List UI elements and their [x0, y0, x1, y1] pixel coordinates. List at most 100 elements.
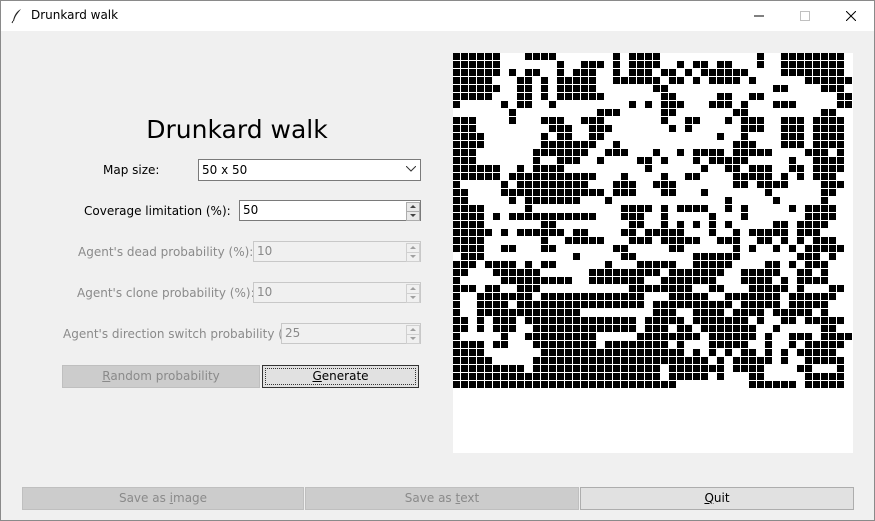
generate-label: Generate [312, 369, 368, 383]
map-wall-cell [453, 101, 460, 108]
clone-prob-spinbox[interactable]: 10 [253, 282, 421, 303]
map-wall-cell [637, 77, 644, 84]
map-wall-cell [573, 317, 580, 324]
map-wall-cell [749, 141, 756, 148]
map-wall-cell [485, 61, 492, 68]
map-wall-cell [661, 69, 668, 76]
coverage-decrement[interactable] [406, 211, 420, 221]
map-wall-cell [493, 381, 500, 388]
map-wall-cell [725, 325, 732, 332]
map-wall-cell [589, 61, 596, 68]
map-wall-cell [685, 237, 692, 244]
map-wall-cell [485, 301, 492, 308]
map-wall-cell [821, 117, 828, 124]
map-wall-cell [565, 149, 572, 156]
map-wall-cell [485, 229, 492, 236]
map-wall-cell [813, 149, 820, 156]
map-wall-cell [773, 293, 780, 300]
map-wall-cell [581, 349, 588, 356]
map-wall-cell [717, 341, 724, 348]
quit-button[interactable]: Quit [580, 487, 854, 510]
map-wall-cell [533, 317, 540, 324]
clone-prob-decrement[interactable] [406, 293, 420, 303]
switch-prob-spinbox[interactable]: 25 [281, 323, 421, 344]
minimize-button[interactable] [736, 1, 782, 31]
map-wall-cell [533, 341, 540, 348]
map-wall-cell [749, 245, 756, 252]
map-wall-cell [669, 285, 676, 292]
map-wall-cell [757, 309, 764, 316]
map-wall-cell [453, 325, 460, 332]
generate-button[interactable]: Generate [262, 365, 419, 388]
map-wall-cell [461, 85, 468, 92]
map-wall-cell [477, 357, 484, 364]
map-wall-cell [821, 293, 828, 300]
map-wall-cell [613, 77, 620, 84]
map-wall-cell [829, 109, 836, 116]
map-wall-cell [733, 245, 740, 252]
map-wall-cell [469, 253, 476, 260]
random-rest: andom probability [110, 369, 220, 383]
map-wall-cell [477, 173, 484, 180]
map-wall-cell [461, 261, 468, 268]
map-wall-cell [565, 189, 572, 196]
map-wall-cell [797, 61, 804, 68]
map-wall-cell [453, 221, 460, 228]
map-wall-cell [549, 381, 556, 388]
map-wall-cell [477, 69, 484, 76]
map-wall-cell [597, 133, 604, 140]
map-wall-cell [661, 221, 668, 228]
map-wall-cell [453, 69, 460, 76]
maximize-button[interactable] [782, 1, 828, 31]
map-wall-cell [517, 365, 524, 372]
map-wall-cell [805, 357, 812, 364]
map-wall-cell [605, 269, 612, 276]
map-wall-cell [453, 189, 460, 196]
map-wall-cell [453, 133, 460, 140]
map-wall-cell [693, 253, 700, 260]
map-wall-cell [653, 373, 660, 380]
dead-prob-decrement[interactable] [406, 252, 420, 262]
arrow-down-icon [410, 214, 416, 217]
map-wall-cell [637, 269, 644, 276]
map-wall-cell [517, 373, 524, 380]
coverage-spinbox[interactable]: 50 [239, 200, 421, 221]
save-as-image-button[interactable]: Save as image [22, 487, 304, 510]
map-wall-cell [693, 365, 700, 372]
map-wall-cell [789, 101, 796, 108]
map-wall-cell [533, 357, 540, 364]
map-wall-cell [709, 365, 716, 372]
map-wall-cell [509, 117, 516, 124]
map-wall-cell [725, 61, 732, 68]
map-wall-cell [557, 357, 564, 364]
switch-prob-decrement[interactable] [406, 334, 420, 344]
map-wall-cell [653, 341, 660, 348]
map-wall-cell [517, 381, 524, 388]
map-wall-cell [557, 165, 564, 172]
map-wall-cell [669, 301, 676, 308]
map-wall-cell [509, 365, 516, 372]
map-wall-cell [469, 213, 476, 220]
map-wall-cell [485, 373, 492, 380]
map-wall-cell [525, 189, 532, 196]
random-probability-button[interactable]: Random probability [62, 365, 260, 388]
close-button[interactable] [828, 1, 874, 31]
map-wall-cell [821, 373, 828, 380]
map-wall-cell [613, 277, 620, 284]
map-size-select[interactable]: 50 x 50 [198, 159, 421, 181]
map-wall-cell [541, 341, 548, 348]
map-wall-cell [789, 301, 796, 308]
map-wall-cell [757, 53, 764, 60]
save-as-text-button[interactable]: Save as text [305, 487, 579, 510]
map-wall-cell [485, 285, 492, 292]
map-wall-cell [677, 373, 684, 380]
map-wall-cell [717, 301, 724, 308]
map-wall-cell [533, 285, 540, 292]
map-wall-cell [693, 293, 700, 300]
map-wall-cell [637, 301, 644, 308]
map-wall-cell [741, 125, 748, 132]
map-wall-cell [541, 181, 548, 188]
map-wall-cell [829, 69, 836, 76]
map-wall-cell [757, 165, 764, 172]
dead-prob-spinbox[interactable]: 10 [253, 241, 421, 262]
